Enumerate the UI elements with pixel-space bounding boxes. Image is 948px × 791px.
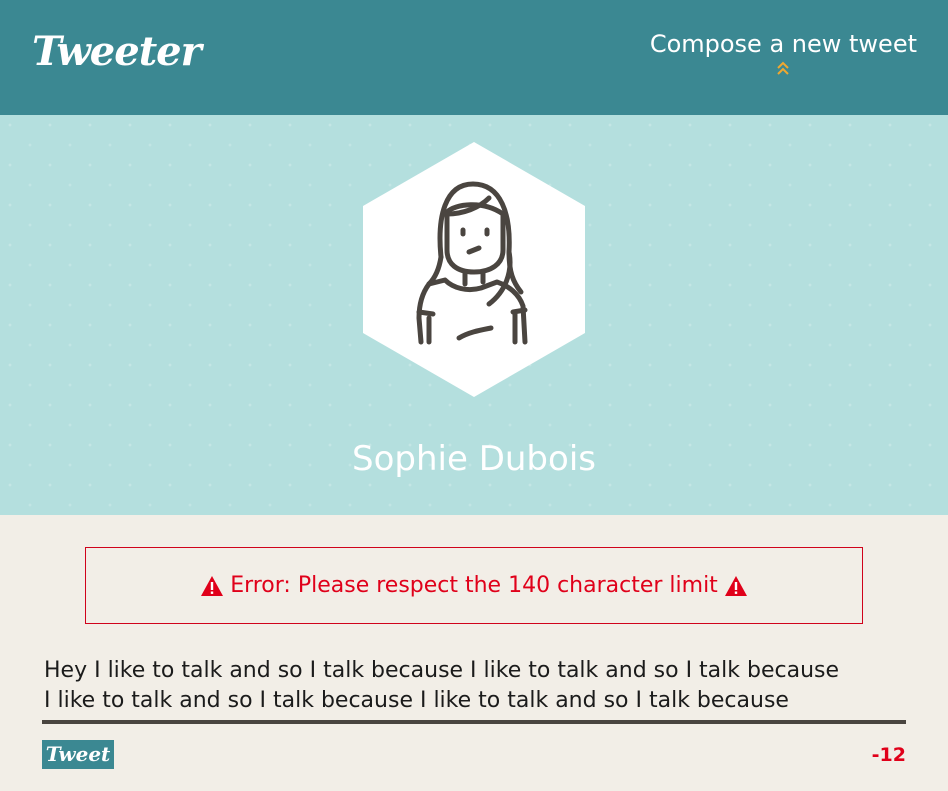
double-chevron-up-icon[interactable]	[775, 60, 791, 76]
error-message: Error: Please respect the 140 character …	[230, 573, 718, 598]
compose-label[interactable]: Compose a new tweet	[650, 30, 917, 58]
error-banner: Error: Please respect the 140 character …	[85, 547, 863, 624]
tweet-input-underline	[42, 720, 906, 724]
avatar	[363, 142, 585, 397]
profile-banner: Sophie Dubois	[0, 115, 948, 515]
character-counter: -12	[871, 744, 906, 766]
profile-name: Sophie Dubois	[352, 439, 596, 479]
warning-triangle-icon	[724, 575, 747, 596]
tweet-button[interactable]: Tweet	[42, 740, 114, 769]
woman-avatar-icon	[363, 142, 585, 397]
tweet-input[interactable]: Hey I like to talk and so I talk because…	[44, 656, 906, 718]
app-logo[interactable]: Tweeter	[32, 28, 202, 75]
compose-toggle[interactable]: Compose a new tweet	[650, 30, 917, 76]
top-nav: Tweeter Compose a new tweet	[0, 0, 948, 115]
warning-triangle-icon	[201, 575, 224, 596]
